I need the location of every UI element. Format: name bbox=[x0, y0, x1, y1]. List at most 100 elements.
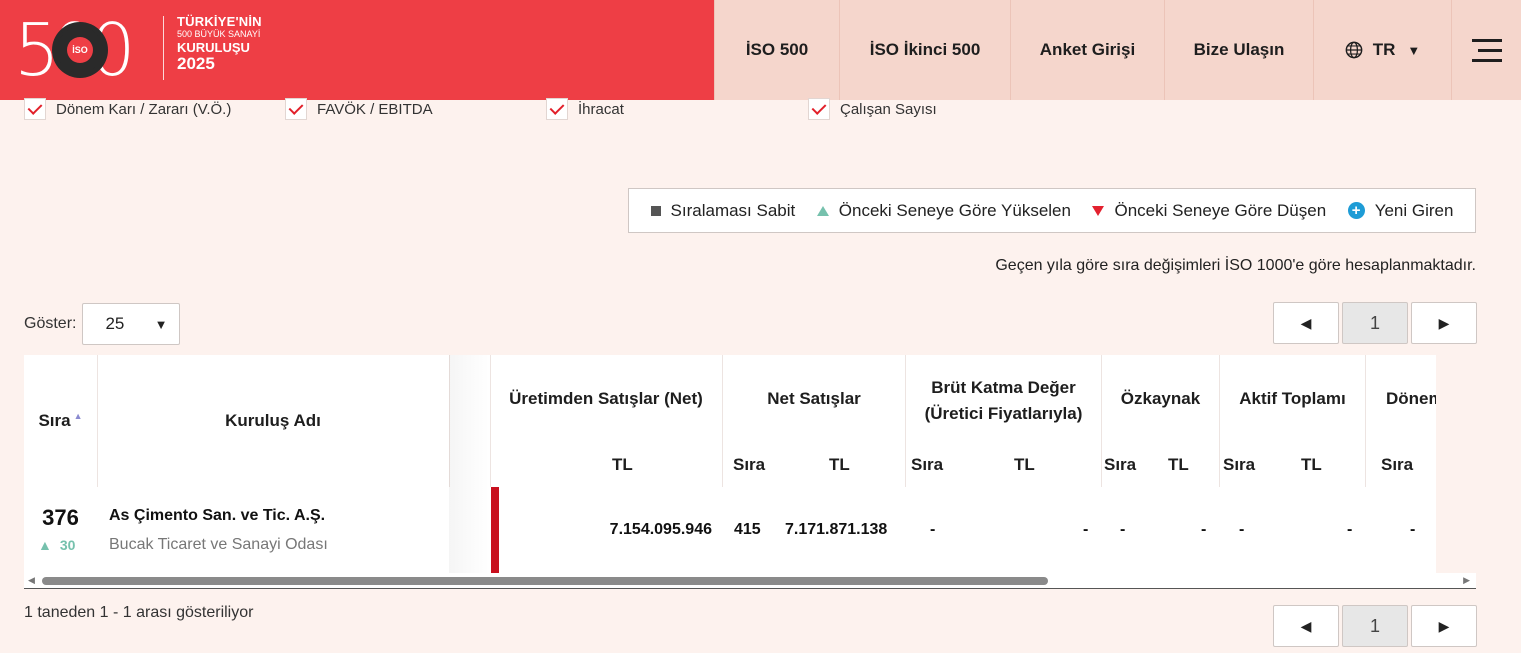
checkbox-label: FAVÖK / EBITDA bbox=[317, 100, 433, 118]
logo-divider bbox=[163, 16, 164, 80]
language-label: TR bbox=[1372, 40, 1396, 59]
subheader-tl: TL bbox=[829, 455, 850, 474]
checkbox-label: Dönem Karı / Zararı (V.Ö.) bbox=[56, 100, 232, 118]
page-size-select[interactable]: 25 ▼ bbox=[82, 303, 181, 345]
assets-rank: - bbox=[1239, 521, 1245, 538]
subheader-rank: Sıra bbox=[1223, 455, 1256, 474]
rank-change: ▲ 30 bbox=[38, 537, 75, 553]
sort-asc-icon: ▲ bbox=[73, 411, 83, 421]
subheader-tl: TL bbox=[1301, 455, 1322, 474]
fixed-column-shadow bbox=[449, 355, 489, 573]
net-sales-tl: 7.171.871.138 bbox=[785, 521, 888, 538]
chevron-down-icon: ▼ bbox=[1407, 42, 1421, 58]
header-total-assets: Aktif Toplamı bbox=[1239, 389, 1346, 408]
page-size-value: 25 bbox=[105, 314, 125, 333]
prev-page-button[interactable]: ◀ bbox=[1273, 302, 1339, 344]
table-header: Sıra ▲ Kuruluş Adı Üretimden Satışlar (Ne… bbox=[24, 355, 1436, 487]
current-page-button[interactable]: 1 bbox=[1342, 302, 1408, 344]
checkbox-checked-icon bbox=[24, 98, 46, 120]
header-production-sales: Üretimden Satışlar (Net) bbox=[509, 389, 703, 408]
pagination-bottom: ◀ 1 ▶ bbox=[1273, 605, 1477, 647]
assets-tl: - bbox=[1347, 521, 1353, 538]
legend-label: Önceki Seneye Göre Yükselen bbox=[838, 200, 1071, 220]
checkbox-checked-icon bbox=[285, 98, 307, 120]
subheader-tl: TL bbox=[1168, 455, 1189, 474]
period-rank: - bbox=[1410, 521, 1416, 538]
legend-label: Sıralaması Sabit bbox=[670, 200, 796, 220]
header-gross-value-added: Brüt Katma Değer (Üretici Fiyatlarıyla) bbox=[924, 378, 1083, 423]
arrow-up-icon bbox=[816, 205, 829, 216]
gva-rank: - bbox=[930, 521, 936, 538]
column-filters: Dönem Karı / Zararı (V.Ö.) FAVÖK / EBITD… bbox=[24, 98, 1024, 120]
checkbox-donem-kari[interactable]: Dönem Karı / Zararı (V.Ö.) bbox=[24, 98, 231, 120]
subheader-tl: TL bbox=[612, 455, 633, 474]
logo-text: TÜRKİYE'NİN 500 BÜYÜK SANAYİ KURULUŞU 20… bbox=[177, 14, 262, 73]
results-table: Sıra ▲ Kuruluş Adı Üretimden Satışlar (Ne… bbox=[24, 355, 1436, 573]
header-equity: Özkaynak bbox=[1120, 389, 1201, 408]
nav-item-iso500[interactable]: İSO 500 bbox=[714, 0, 839, 100]
rank-legend: Sıralaması Sabit Önceki Seneye Göre Yüks… bbox=[628, 188, 1476, 233]
header-period: Dönem bbox=[1386, 389, 1436, 408]
ranking-note: Geçen yıla göre sıra değişimleri İSO 100… bbox=[995, 257, 1476, 274]
chamber-name: Bucak Ticaret ve Sanayi Odası bbox=[109, 536, 328, 553]
subheader-rank: Sıra bbox=[1381, 455, 1414, 474]
results-info: 1 taneden 1 - 1 arası gösteriliyor bbox=[24, 604, 254, 621]
page-size-label: Göster: bbox=[24, 315, 77, 332]
checkbox-label: Çalışan Sayısı bbox=[840, 100, 937, 118]
equity-tl: - bbox=[1201, 521, 1207, 538]
checkbox-calisan-sayisi[interactable]: Çalışan Sayısı bbox=[808, 98, 937, 120]
checkbox-checked-icon bbox=[546, 98, 568, 120]
prev-page-button[interactable]: ◀ bbox=[1273, 605, 1339, 647]
scroll-right-icon[interactable]: ▶ bbox=[1463, 575, 1470, 586]
legend-label: Önceki Seneye Göre Düşen bbox=[1114, 200, 1327, 220]
subheader-rank: Sıra bbox=[1104, 455, 1137, 474]
subheader-rank: Sıra bbox=[911, 455, 944, 474]
horizontal-scrollbar[interactable]: ◀ ▶ bbox=[24, 573, 1476, 589]
nav-item-bize-ulasin[interactable]: Bize Ulaşın bbox=[1164, 0, 1313, 100]
brand-logo[interactable]: 500 İSO TÜRKİYE'NİN 500 BÜYÜK SANAYİ KUR… bbox=[0, 0, 714, 100]
site-header: 500 İSO TÜRKİYE'NİN 500 BÜYÜK SANAYİ KUR… bbox=[0, 0, 1521, 100]
chevron-down-icon: ▼ bbox=[154, 316, 168, 332]
company-name[interactable]: As Çimento San. ve Tic. A.Ş. bbox=[109, 507, 325, 525]
legend-item-new: + Yeni Giren bbox=[1347, 200, 1454, 221]
gear-icon: İSO bbox=[52, 22, 108, 78]
nav-item-iso-ikinci-500[interactable]: İSO İkinci 500 bbox=[839, 0, 1010, 100]
subheader-tl: TL bbox=[1014, 455, 1035, 474]
next-page-button[interactable]: ▶ bbox=[1411, 302, 1477, 344]
row-rank: 376 bbox=[42, 505, 79, 530]
subheader-rank: Sıra bbox=[733, 455, 766, 474]
equity-rank: - bbox=[1120, 521, 1126, 538]
square-icon bbox=[650, 205, 661, 216]
legend-item-up: Önceki Seneye Göre Yükselen bbox=[816, 200, 1071, 221]
gva-tl: - bbox=[1083, 521, 1089, 538]
legend-label: Yeni Giren bbox=[1374, 200, 1454, 220]
table-row[interactable]: 376 ▲ 30 As Çimento San. ve Tic. A.Ş. Buc… bbox=[24, 487, 1436, 573]
checkbox-favok[interactable]: FAVÖK / EBITDA bbox=[285, 98, 433, 120]
logo-line-2: 500 BÜYÜK SANAYİ bbox=[177, 29, 261, 39]
main-nav: İSO 500 İSO İkinci 500 Anket Girişi Bize… bbox=[714, 0, 1521, 100]
globe-icon bbox=[1345, 41, 1363, 59]
pagination-top: ◀ 1 ▶ bbox=[1273, 302, 1477, 344]
arrow-up-icon: ▲ bbox=[38, 537, 52, 553]
row-highlight-bar bbox=[491, 487, 499, 573]
current-page-button[interactable]: 1 bbox=[1342, 605, 1408, 647]
next-page-button[interactable]: ▶ bbox=[1411, 605, 1477, 647]
nav-item-anket-girisi[interactable]: Anket Girişi bbox=[1010, 0, 1164, 100]
checkbox-label: İhracat bbox=[578, 100, 624, 118]
header-label: Sıra bbox=[38, 411, 71, 430]
scrollbar-thumb[interactable] bbox=[42, 577, 1048, 585]
logo-badge: İSO bbox=[67, 37, 93, 63]
scroll-left-icon[interactable]: ◀ bbox=[28, 575, 35, 586]
header-rank[interactable]: Sıra ▲ bbox=[24, 411, 97, 431]
legend-item-down: Önceki Seneye Göre Düşen bbox=[1092, 201, 1326, 221]
header-company[interactable]: Kuruluş Adı bbox=[97, 411, 449, 431]
checkbox-ihracat[interactable]: İhracat bbox=[546, 98, 624, 120]
menu-button[interactable] bbox=[1451, 0, 1521, 100]
net-sales-rank: 415 bbox=[734, 521, 761, 538]
production-sales-tl: 7.154.095.946 bbox=[609, 521, 712, 538]
arrow-down-icon bbox=[1092, 205, 1105, 216]
logo-line-1: TÜRKİYE'NİN bbox=[177, 14, 262, 29]
logo-line-4: 2025 bbox=[177, 54, 215, 73]
language-selector[interactable]: TR ▼ bbox=[1313, 0, 1451, 100]
checkbox-checked-icon bbox=[808, 98, 830, 120]
